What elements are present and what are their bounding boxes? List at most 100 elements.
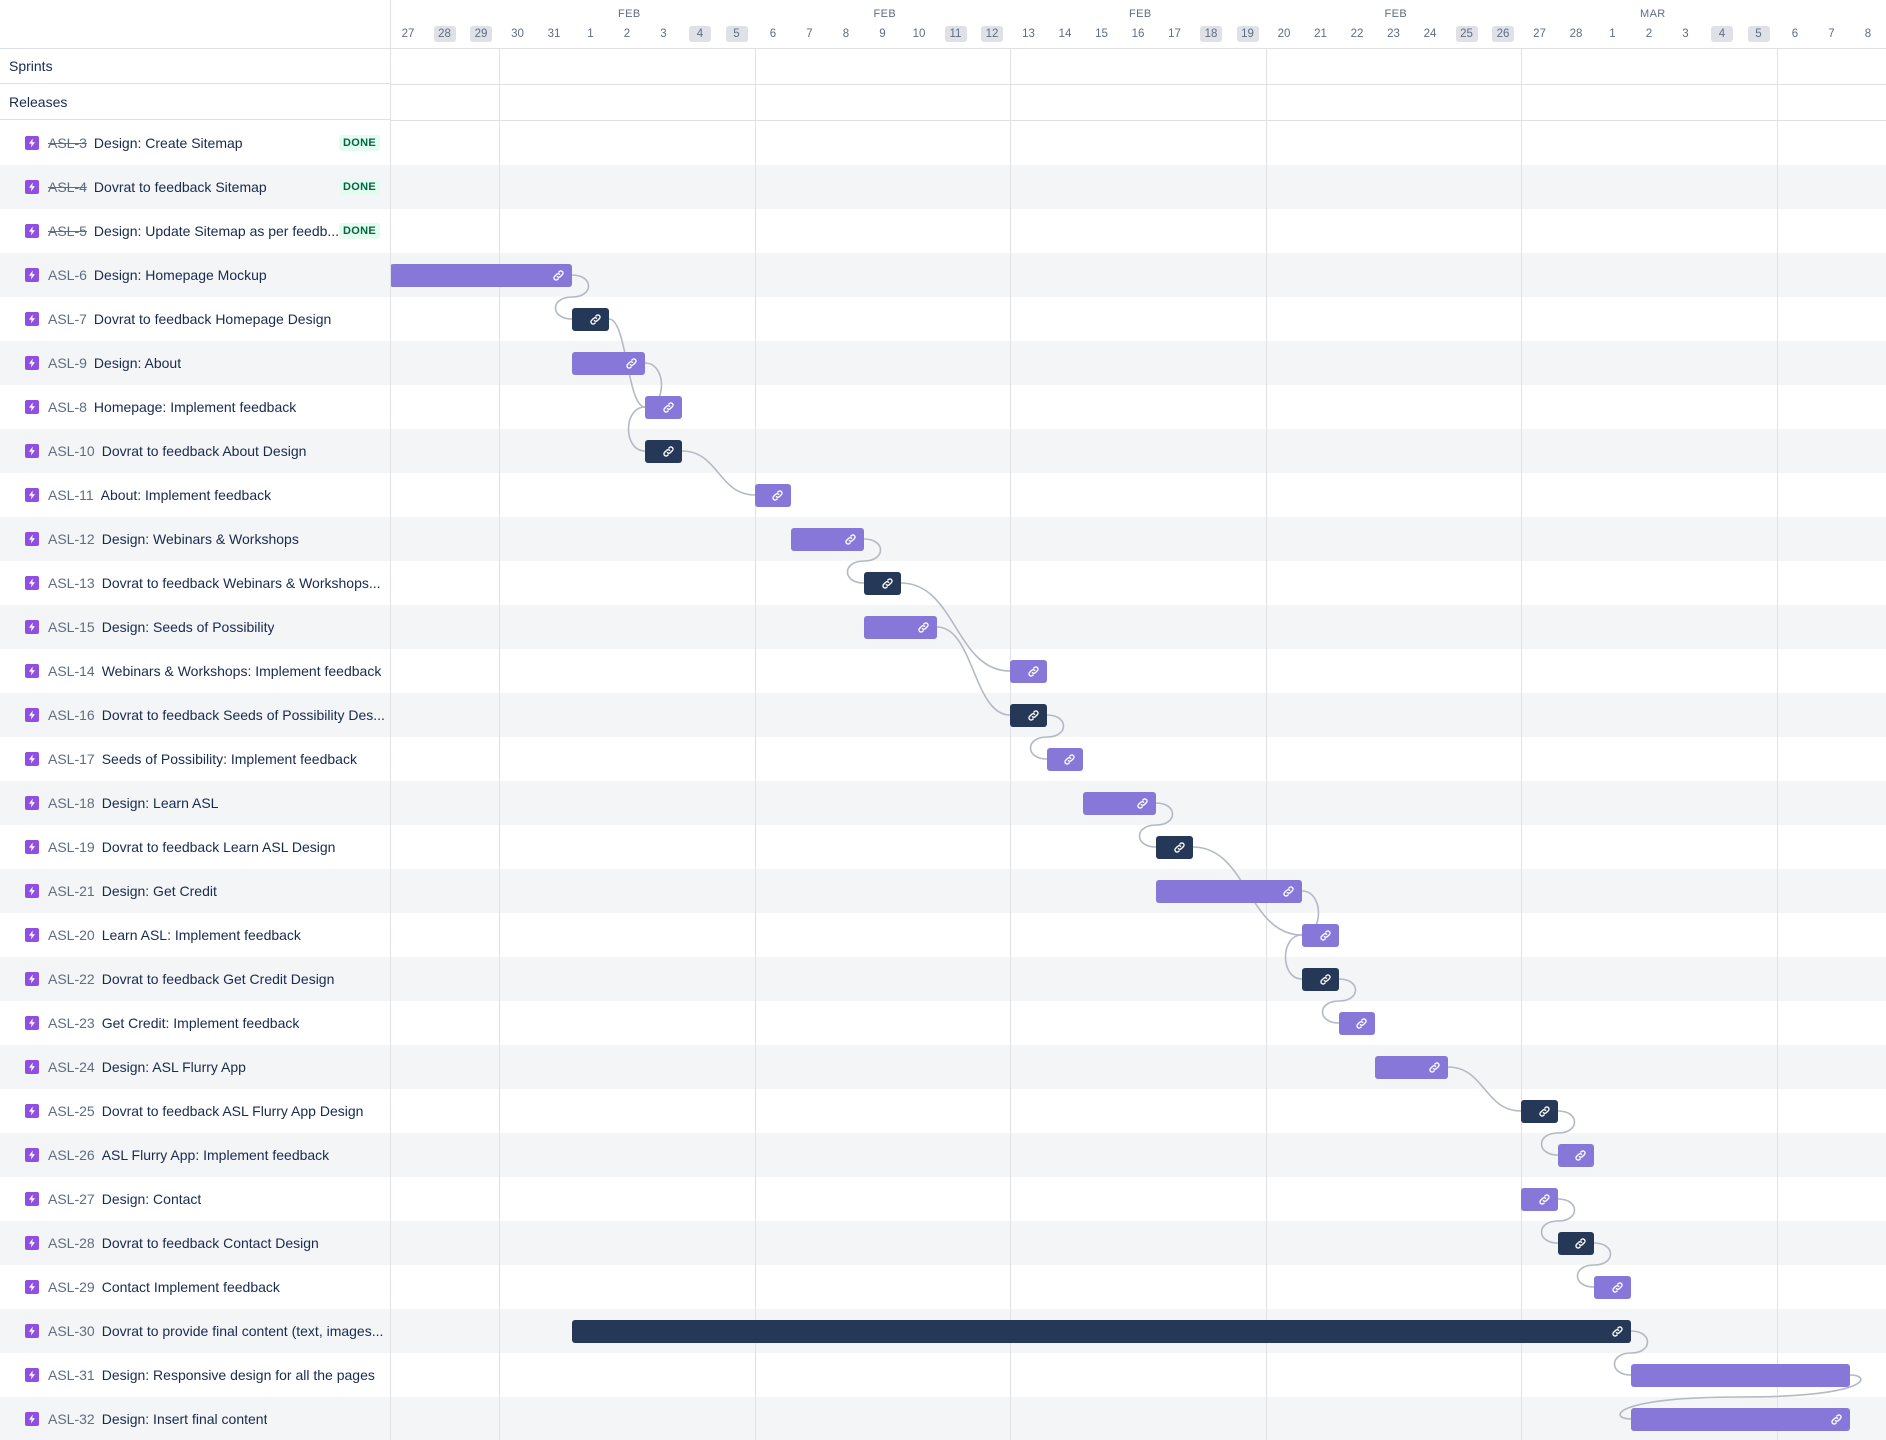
issue-row[interactable]: ASL-6 Design: Homepage Mockup	[0, 253, 390, 297]
issue-row[interactable]: ASL-27 Design: Contact	[0, 1177, 390, 1221]
issue-row[interactable]: ASL-5 Design: Update Sitemap as per feedb…	[0, 209, 390, 253]
issue-key[interactable]: ASL-30	[48, 1323, 95, 1339]
issue-title[interactable]: Learn ASL: Implement feedback	[102, 927, 301, 943]
issue-key[interactable]: ASL-28	[48, 1235, 95, 1251]
issue-key[interactable]: ASL-7	[48, 311, 87, 327]
schedule-bar[interactable]	[1521, 1187, 1558, 1211]
issue-row[interactable]: ASL-15 Design: Seeds of Possibility	[0, 605, 390, 649]
issue-row[interactable]: ASL-32 Design: Insert final content	[0, 1397, 390, 1440]
issue-key[interactable]: ASL-31	[48, 1367, 95, 1383]
schedule-bar[interactable]	[1302, 923, 1339, 947]
issue-key[interactable]: ASL-16	[48, 707, 95, 723]
issue-key[interactable]: ASL-19	[48, 839, 95, 855]
issue-title[interactable]: ASL Flurry App: Implement feedback	[102, 1147, 329, 1163]
issue-title[interactable]: Design: Webinars & Workshops	[102, 531, 299, 547]
issue-row[interactable]: ASL-12 Design: Webinars & Workshops	[0, 517, 390, 561]
schedule-bar[interactable]	[1010, 703, 1047, 727]
issue-title[interactable]: Design: Create Sitemap	[94, 135, 243, 151]
schedule-bar[interactable]	[1083, 791, 1156, 815]
issue-row[interactable]: ASL-16 Dovrat to feedback Seeds of Possib…	[0, 693, 390, 737]
issue-row[interactable]: ASL-3 Design: Create Sitemap DONE	[0, 121, 390, 165]
issue-row[interactable]: ASL-22 Dovrat to feedback Get Credit Desi…	[0, 957, 390, 1001]
issue-row[interactable]: ASL-10 Dovrat to feedback About Design	[0, 429, 390, 473]
issue-key[interactable]: ASL-25	[48, 1103, 95, 1119]
issue-key[interactable]: ASL-6	[48, 267, 87, 283]
issue-row[interactable]: ASL-25 Dovrat to feedback ASL Flurry App …	[0, 1089, 390, 1133]
issue-key[interactable]: ASL-3	[48, 135, 87, 151]
issue-key[interactable]: ASL-12	[48, 531, 95, 547]
issue-key[interactable]: ASL-5	[48, 223, 87, 239]
issue-key[interactable]: ASL-32	[48, 1411, 95, 1427]
issue-title[interactable]: Dovrat to feedback Homepage Design	[94, 311, 331, 327]
sprints-row[interactable]: Sprints	[0, 48, 390, 84]
issue-title[interactable]: Design: Insert final content	[102, 1411, 268, 1427]
issue-row[interactable]: ASL-13 Dovrat to feedback Webinars & Work…	[0, 561, 390, 605]
schedule-bar[interactable]	[1558, 1231, 1594, 1255]
schedule-bar[interactable]	[645, 395, 682, 419]
issue-title[interactable]: Design: Learn ASL	[102, 795, 219, 811]
issue-row[interactable]: ASL-4 Dovrat to feedback Sitemap DONE	[0, 165, 390, 209]
issue-title[interactable]: Design: Homepage Mockup	[94, 267, 267, 283]
issue-title[interactable]: Dovrat to feedback Learn ASL Design	[102, 839, 336, 855]
issue-key[interactable]: ASL-17	[48, 751, 95, 767]
issue-key[interactable]: ASL-21	[48, 883, 95, 899]
schedule-bar[interactable]	[864, 615, 937, 639]
schedule-bar[interactable]	[1302, 967, 1339, 991]
issue-title[interactable]: Design: ASL Flurry App	[102, 1059, 246, 1075]
schedule-bar[interactable]	[755, 483, 791, 507]
issue-title[interactable]: Dovrat to feedback Get Credit Design	[102, 971, 335, 987]
issue-row[interactable]: ASL-7 Dovrat to feedback Homepage Design	[0, 297, 390, 341]
issue-key[interactable]: ASL-4	[48, 179, 87, 195]
schedule-bar[interactable]	[391, 263, 572, 287]
issue-key[interactable]: ASL-22	[48, 971, 95, 987]
issue-row[interactable]: ASL-19 Dovrat to feedback Learn ASL Desig…	[0, 825, 390, 869]
schedule-bar[interactable]	[1558, 1143, 1594, 1167]
schedule-bar[interactable]	[1594, 1275, 1631, 1299]
issue-key[interactable]: ASL-27	[48, 1191, 95, 1207]
issue-title[interactable]: Design: Contact	[102, 1191, 202, 1207]
issue-row[interactable]: ASL-17 Seeds of Possibility: Implement fe…	[0, 737, 390, 781]
issue-row[interactable]: ASL-26 ASL Flurry App: Implement feedback	[0, 1133, 390, 1177]
issue-key[interactable]: ASL-29	[48, 1279, 95, 1295]
issue-title[interactable]: Seeds of Possibility: Implement feedback	[102, 751, 357, 767]
issue-title[interactable]: Dovrat to feedback ASL Flurry App Design	[102, 1103, 364, 1119]
releases-row[interactable]: Releases	[0, 84, 390, 120]
issue-key[interactable]: ASL-24	[48, 1059, 95, 1075]
issue-row[interactable]: ASL-28 Dovrat to feedback Contact Design	[0, 1221, 390, 1265]
issue-title[interactable]: Get Credit: Implement feedback	[102, 1015, 300, 1031]
schedule-bar[interactable]	[1521, 1099, 1558, 1123]
schedule-bar[interactable]	[572, 351, 645, 375]
issue-key[interactable]: ASL-11	[48, 487, 94, 503]
schedule-bar[interactable]	[864, 571, 901, 595]
issue-key[interactable]: ASL-14	[48, 663, 95, 679]
issue-key[interactable]: ASL-26	[48, 1147, 95, 1163]
issue-title[interactable]: Dovrat to feedback Webinars & Workshops.…	[102, 575, 381, 591]
issue-title[interactable]: Dovrat to feedback Sitemap	[94, 179, 267, 195]
schedule-bar[interactable]	[1010, 659, 1047, 683]
issue-key[interactable]: ASL-8	[48, 399, 87, 415]
issue-title[interactable]: Design: Get Credit	[102, 883, 217, 899]
issue-title[interactable]: Contact Implement feedback	[102, 1279, 280, 1295]
issue-title[interactable]: Webinars & Workshops: Implement feedback	[102, 663, 382, 679]
issue-row[interactable]: ASL-29 Contact Implement feedback	[0, 1265, 390, 1309]
issue-title[interactable]: Dovrat to provide final content (text, i…	[102, 1323, 384, 1339]
issue-key[interactable]: ASL-20	[48, 927, 95, 943]
schedule-bar[interactable]	[1047, 747, 1083, 771]
issue-title[interactable]: Design: Update Sitemap as per feedb...	[94, 223, 339, 239]
issue-row[interactable]: ASL-21 Design: Get Credit	[0, 869, 390, 913]
issue-row[interactable]: ASL-30 Dovrat to provide final content (t…	[0, 1309, 390, 1353]
schedule-bar[interactable]	[1631, 1363, 1850, 1387]
schedule-bar[interactable]	[645, 439, 682, 463]
issue-title[interactable]: Design: About	[94, 355, 181, 371]
issue-row[interactable]: ASL-31 Design: Responsive design for all …	[0, 1353, 390, 1397]
issue-row[interactable]: ASL-18 Design: Learn ASL	[0, 781, 390, 825]
issue-key[interactable]: ASL-10	[48, 443, 95, 459]
issue-key[interactable]: ASL-9	[48, 355, 87, 371]
issue-row[interactable]: ASL-20 Learn ASL: Implement feedback	[0, 913, 390, 957]
issue-title[interactable]: Dovrat to feedback Contact Design	[102, 1235, 319, 1251]
issue-title[interactable]: Homepage: Implement feedback	[94, 399, 296, 415]
schedule-bar[interactable]	[1156, 835, 1193, 859]
issue-title[interactable]: Design: Seeds of Possibility	[102, 619, 275, 635]
issue-row[interactable]: ASL-11 About: Implement feedback	[0, 473, 390, 517]
schedule-bar[interactable]	[572, 307, 609, 331]
